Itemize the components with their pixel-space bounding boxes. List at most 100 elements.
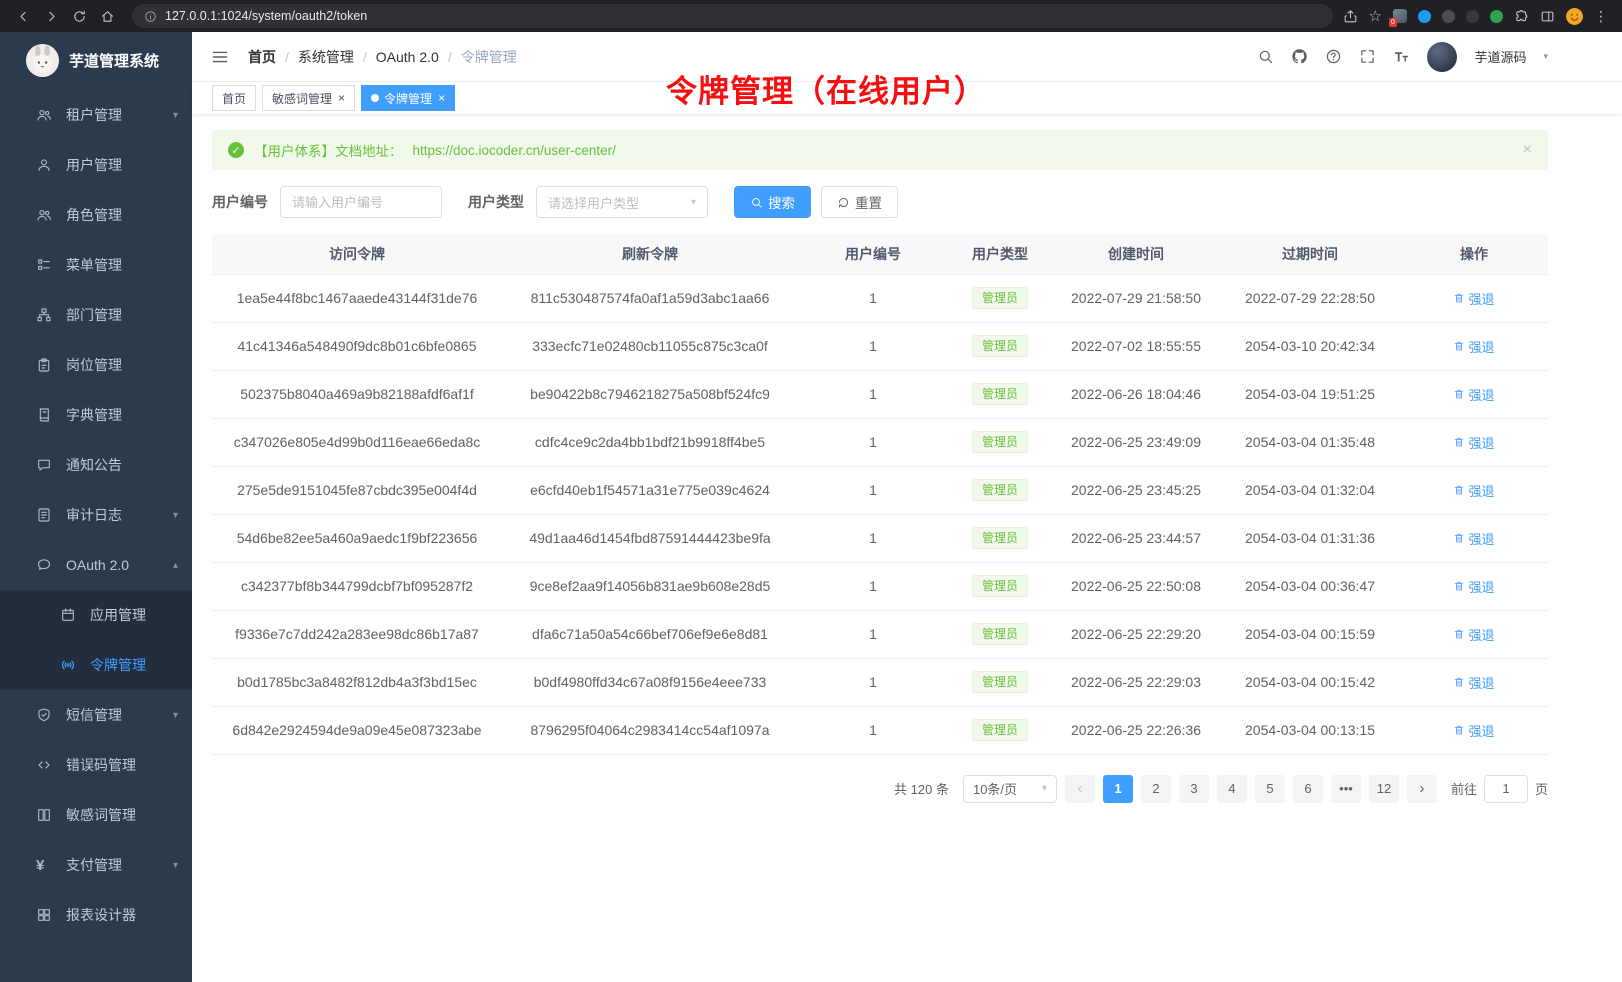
- force-logout-button[interactable]: 强退: [1453, 529, 1494, 548]
- force-logout-button[interactable]: 强退: [1453, 385, 1494, 404]
- user-name[interactable]: 芋道源码: [1474, 47, 1526, 66]
- page-ellipsis[interactable]: •••: [1331, 775, 1361, 803]
- sidebar-item-label: 字典管理: [66, 405, 122, 425]
- sidebar-item-post[interactable]: 岗位管理: [0, 340, 192, 390]
- extension-green-icon[interactable]: [1490, 10, 1503, 23]
- sidebar-item-menu[interactable]: 菜单管理: [0, 240, 192, 290]
- back-icon[interactable]: [10, 3, 36, 29]
- page-button[interactable]: 1: [1103, 775, 1133, 803]
- fullscreen-icon[interactable]: [1359, 48, 1376, 65]
- actions-cell: 强退: [1400, 706, 1548, 754]
- close-tab-icon[interactable]: ×: [438, 92, 445, 104]
- share-icon[interactable]: [1343, 9, 1358, 24]
- browser-menu-icon[interactable]: ⋮: [1594, 8, 1608, 25]
- sidebar-item-notice[interactable]: 通知公告: [0, 440, 192, 490]
- breadcrumb-item[interactable]: OAuth 2.0: [376, 49, 439, 65]
- create-time-cell: 2022-07-02 18:55:55: [1052, 322, 1220, 370]
- extension-dark-icon[interactable]: [1442, 10, 1455, 23]
- refresh-icon[interactable]: [66, 3, 92, 29]
- search-icon[interactable]: [1257, 48, 1274, 65]
- force-logout-label: 强退: [1468, 337, 1494, 356]
- page-button[interactable]: 6: [1293, 775, 1323, 803]
- font-size-icon[interactable]: [1393, 48, 1410, 65]
- user-id-input[interactable]: [280, 186, 442, 218]
- force-logout-button[interactable]: 强退: [1453, 433, 1494, 452]
- breadcrumb-item[interactable]: 系统管理: [298, 47, 354, 67]
- table-row: 6d842e2924594de9a09e45e087323abe8796295f…: [212, 706, 1548, 754]
- goto-page: 前往 页: [1451, 775, 1548, 803]
- forward-icon[interactable]: [38, 3, 64, 29]
- sidebar-item-tenant[interactable]: 租户管理▾: [0, 90, 192, 140]
- sidebar-item-user[interactable]: 用户管理: [0, 140, 192, 190]
- sidebar-item-dept[interactable]: 部门管理: [0, 290, 192, 340]
- next-page-button[interactable]: ›: [1407, 775, 1437, 803]
- page-button[interactable]: 2: [1141, 775, 1171, 803]
- sidebar-item-errcode[interactable]: 错误码管理: [0, 740, 192, 790]
- sidebar-item-pay[interactable]: ¥支付管理▾: [0, 840, 192, 890]
- table-row: c342377bf8b344799dcbf7bf095287f29ce8ef2a…: [212, 562, 1548, 610]
- sidebar-item-sms[interactable]: 短信管理▾: [0, 690, 192, 740]
- extensions-puzzle-icon[interactable]: [1514, 9, 1529, 24]
- extension-gray-icon[interactable]: [1466, 10, 1479, 23]
- force-logout-button[interactable]: 强退: [1453, 481, 1494, 500]
- force-logout-button[interactable]: 强退: [1453, 721, 1494, 740]
- search-button[interactable]: 搜索: [734, 186, 811, 218]
- access-token-cell: f9336e7c7dd242a283ee98dc86b17a87: [212, 610, 502, 658]
- force-logout-button[interactable]: 强退: [1453, 673, 1494, 692]
- site-info-icon[interactable]: [144, 10, 157, 23]
- goto-page-input[interactable]: [1484, 775, 1528, 803]
- notice-icon: [36, 457, 52, 473]
- force-logout-button[interactable]: 强退: [1453, 289, 1494, 308]
- page-button[interactable]: 5: [1255, 775, 1285, 803]
- force-logout-button[interactable]: 强退: [1453, 577, 1494, 596]
- main-area: 首页/系统管理/OAuth 2.0/令牌管理 芋道源码 ▾ 首页敏感词管理×令牌…: [192, 32, 1622, 982]
- close-tab-icon[interactable]: ×: [338, 92, 345, 104]
- tab-token[interactable]: 令牌管理×: [361, 85, 455, 111]
- home-icon[interactable]: [94, 3, 120, 29]
- sidebar-item-sensitive[interactable]: 敏感词管理: [0, 790, 192, 840]
- force-logout-button[interactable]: 强退: [1453, 337, 1494, 356]
- extension-blue-icon[interactable]: [1418, 10, 1431, 23]
- create-time-cell: 2022-06-25 22:50:08: [1052, 562, 1220, 610]
- split-view-icon[interactable]: [1540, 9, 1555, 24]
- user-type-badge: 管理员: [972, 623, 1028, 645]
- sidebar-item-oauth[interactable]: OAuth 2.0▴: [0, 540, 192, 590]
- url-bar[interactable]: 127.0.0.1:1024/system/oauth2/token: [132, 4, 1333, 28]
- tab-sensitive[interactable]: 敏感词管理×: [262, 85, 355, 111]
- page-button[interactable]: 3: [1179, 775, 1209, 803]
- expire-time-cell: 2022-07-29 22:28:50: [1220, 274, 1400, 322]
- close-icon[interactable]: ×: [1523, 142, 1532, 158]
- sidebar-item-oauth-app[interactable]: 应用管理: [0, 590, 192, 640]
- breadcrumb-item[interactable]: 首页: [248, 47, 276, 67]
- page-button[interactable]: 4: [1217, 775, 1247, 803]
- help-icon[interactable]: [1325, 48, 1342, 65]
- page-button[interactable]: 12: [1369, 775, 1399, 803]
- sidebar-item-label: 用户管理: [66, 155, 122, 175]
- browser-profile-avatar[interactable]: [1566, 8, 1583, 25]
- sidebar-item-audit[interactable]: 审计日志▾: [0, 490, 192, 540]
- extension-badged-icon[interactable]: 0: [1393, 9, 1407, 23]
- doc-link[interactable]: https://doc.iocoder.cn/user-center/: [413, 143, 616, 158]
- menu-collapse-icon[interactable]: [210, 47, 230, 67]
- prev-page-button[interactable]: ‹: [1065, 775, 1095, 803]
- bookmark-star-icon[interactable]: ☆: [1369, 9, 1382, 24]
- sidebar-item-report[interactable]: 报表设计器: [0, 890, 192, 940]
- force-logout-button[interactable]: 强退: [1453, 625, 1494, 644]
- sidebar-item-role[interactable]: 角色管理: [0, 190, 192, 240]
- reset-button[interactable]: 重置: [821, 186, 898, 218]
- column-header: 访问令牌: [212, 234, 502, 274]
- page-size-select[interactable]: 10条/页 ▾: [963, 775, 1057, 803]
- app-logo[interactable]: 芋道管理系统: [0, 32, 192, 88]
- force-logout-label: 强退: [1468, 673, 1494, 692]
- sidebar-item-oauth-token[interactable]: 令牌管理: [0, 640, 192, 690]
- chevron-down-icon[interactable]: ▾: [1543, 51, 1548, 62]
- user-type-badge: 管理员: [972, 527, 1028, 549]
- user-type-select[interactable]: 请选择用户类型 ▾: [536, 186, 708, 218]
- github-icon[interactable]: [1291, 48, 1308, 65]
- sidebar-item-dict[interactable]: 字典管理: [0, 390, 192, 440]
- tab-home[interactable]: 首页: [212, 85, 256, 111]
- actions-cell: 强退: [1400, 610, 1548, 658]
- user-avatar[interactable]: [1427, 42, 1457, 72]
- create-time-cell: 2022-06-25 22:29:03: [1052, 658, 1220, 706]
- table-row: 41c41346a548490f9dc8b01c6bfe0865333ecfc7…: [212, 322, 1548, 370]
